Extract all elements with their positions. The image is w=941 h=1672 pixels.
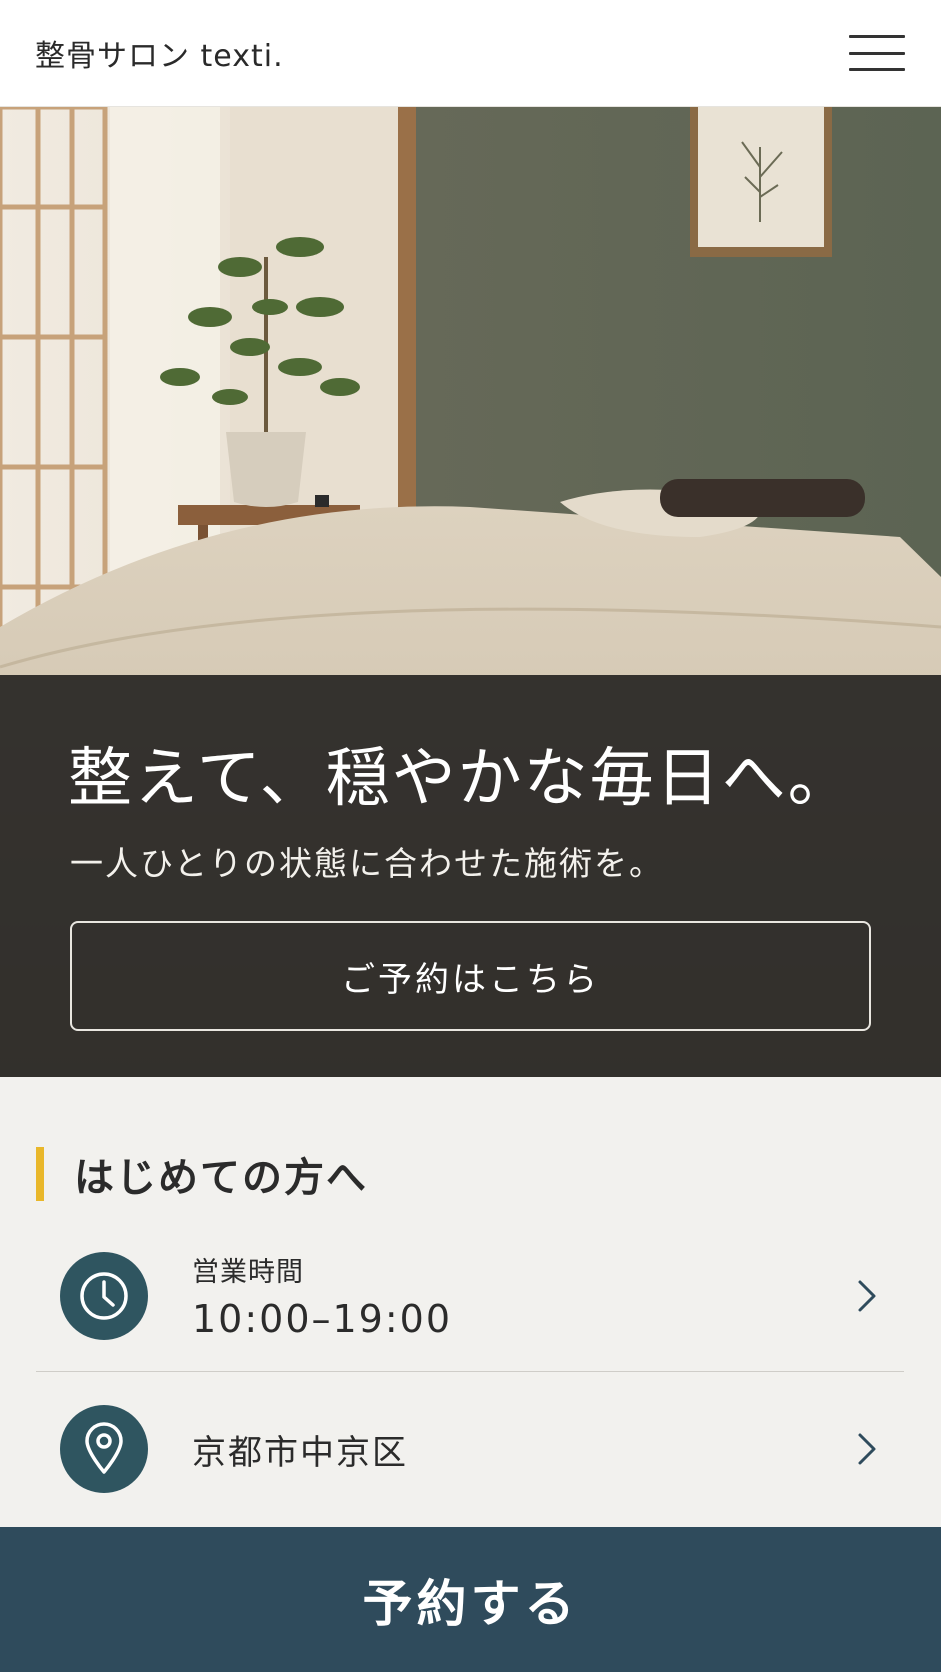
first-visit-section: はじめての方へ 営業時間 10:00–19:00 京都市中京区 xyxy=(0,1077,941,1527)
site-logo[interactable]: 整骨サロン texti. xyxy=(35,31,284,75)
location-pin-icon xyxy=(60,1405,148,1493)
hero-section: 整えて、穏やかな毎日へ。 一人ひとりの状態に合わせた施術を。 ご予約はこちら xyxy=(0,107,941,1077)
address-value: 京都市中京区 xyxy=(192,1432,408,1473)
clock-icon xyxy=(60,1251,148,1340)
business-hours-row[interactable]: 営業時間 10:00–19:00 xyxy=(36,1220,904,1372)
reserve-button[interactable]: 予約する xyxy=(0,1527,941,1672)
business-hours-label: 営業時間 xyxy=(192,1257,304,1288)
section-title: はじめての方へ xyxy=(74,1155,368,1201)
hamburger-menu-icon[interactable] xyxy=(849,31,905,75)
hero-subtitle: 一人ひとりの状態に合わせた施術を。 xyxy=(70,844,665,883)
chevron-right-icon xyxy=(852,1429,882,1469)
accent-bar xyxy=(36,1147,44,1201)
section-heading: はじめての方へ xyxy=(36,1147,368,1201)
chevron-right-icon xyxy=(852,1276,882,1316)
business-hours-value: 10:00–19:00 xyxy=(192,1297,453,1341)
hero-title: 整えて、穏やかな毎日へ。 xyxy=(68,742,854,816)
address-row[interactable]: 京都市中京区 xyxy=(36,1374,904,1524)
reserve-here-button[interactable]: ご予約はこちら xyxy=(70,921,871,1031)
site-header: 整骨サロン texti. xyxy=(0,0,941,107)
